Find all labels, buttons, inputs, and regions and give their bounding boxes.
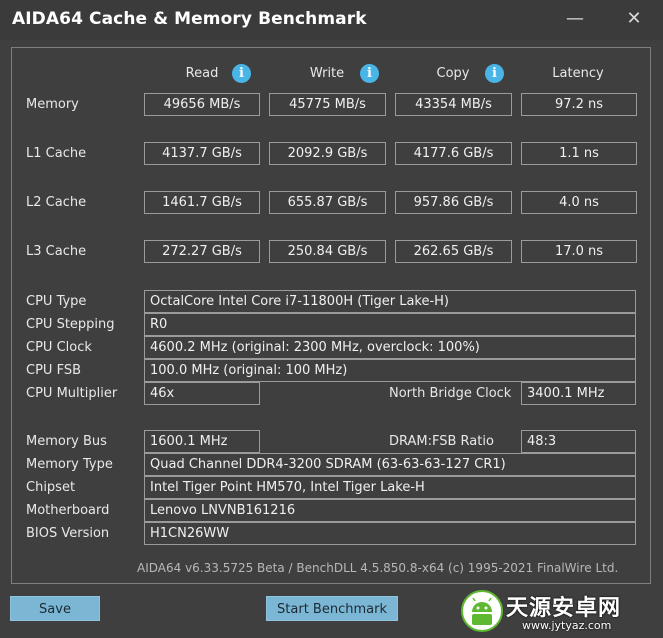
dram-fsb-ratio-label: DRAM:FSB Ratio: [389, 434, 494, 449]
version-footer: AIDA64 v6.33.5725 Beta / BenchDLL 4.5.85…: [137, 561, 619, 575]
minimize-button[interactable]: —: [560, 6, 590, 32]
copy-info-icon[interactable]: i: [485, 64, 504, 83]
l1-latency-value: 1.1 ns: [521, 142, 637, 165]
memory-type-label: Memory Type: [26, 457, 113, 472]
start-benchmark-button[interactable]: Start Benchmark: [266, 596, 398, 621]
memory-bus-label: Memory Bus: [26, 434, 107, 449]
l3-write-value: 250.84 GB/s: [269, 240, 386, 263]
l1-write-value: 2092.9 GB/s: [269, 142, 386, 165]
l3-row-label: L3 Cache: [26, 244, 87, 259]
title-bar: AIDA64 Cache & Memory Benchmark — ✕: [0, 0, 663, 40]
memory-latency-value: 97.2 ns: [521, 93, 637, 116]
memory-copy-value: 43354 MB/s: [395, 93, 512, 116]
site-watermark: 天源安卓网 www.jytyaz.com: [460, 588, 660, 634]
cpu-clock-label: CPU Clock: [26, 340, 92, 355]
l2-copy-value: 957.86 GB/s: [395, 191, 512, 214]
close-button[interactable]: ✕: [619, 6, 649, 32]
cpu-fsb-value: 100.0 MHz (original: 100 MHz): [144, 359, 636, 382]
cpu-multiplier-value: 46x: [144, 382, 260, 405]
dram-fsb-ratio-value: 48:3: [521, 430, 636, 453]
motherboard-value: Lenovo LNVNB161216: [144, 499, 636, 522]
cpu-type-value: OctalCore Intel Core i7-11800H (Tiger La…: [144, 290, 636, 313]
l3-copy-value: 262.65 GB/s: [395, 240, 512, 263]
l1-row-label: L1 Cache: [26, 146, 87, 161]
memory-row-label: Memory: [26, 97, 79, 112]
bios-version-value: H1CN26WW: [144, 522, 636, 545]
cpu-stepping-label: CPU Stepping: [26, 317, 115, 332]
memory-type-value: Quad Channel DDR4-3200 SDRAM (63-63-63-1…: [144, 453, 636, 476]
l2-latency-value: 4.0 ns: [521, 191, 637, 214]
l3-read-value: 272.27 GB/s: [144, 240, 260, 263]
l2-row-label: L2 Cache: [26, 195, 87, 210]
memory-read-value: 49656 MB/s: [144, 93, 260, 116]
window-title: AIDA64 Cache & Memory Benchmark: [12, 9, 367, 29]
write-info-icon[interactable]: i: [360, 64, 379, 83]
bios-version-label: BIOS Version: [26, 526, 110, 541]
north-bridge-clock-value: 3400.1 MHz: [521, 382, 636, 405]
cpu-stepping-value: R0: [144, 313, 636, 336]
l3-latency-value: 17.0 ns: [521, 240, 637, 263]
motherboard-label: Motherboard: [26, 503, 110, 518]
north-bridge-clock-label: North Bridge Clock: [389, 386, 512, 401]
cpu-fsb-label: CPU FSB: [26, 363, 81, 378]
l2-read-value: 1461.7 GB/s: [144, 191, 260, 214]
l1-read-value: 4137.7 GB/s: [144, 142, 260, 165]
save-button[interactable]: Save: [10, 596, 100, 621]
memory-write-value: 45775 MB/s: [269, 93, 386, 116]
read-info-icon[interactable]: i: [232, 64, 251, 83]
chipset-label: Chipset: [26, 480, 76, 495]
cpu-clock-value: 4600.2 MHz (original: 2300 MHz, overcloc…: [144, 336, 636, 359]
memory-bus-value: 1600.1 MHz: [144, 430, 260, 453]
header-latency: Latency: [552, 66, 604, 81]
cpu-multiplier-label: CPU Multiplier: [26, 386, 118, 401]
l1-copy-value: 4177.6 GB/s: [395, 142, 512, 165]
l2-write-value: 655.87 GB/s: [269, 191, 386, 214]
watermark-name: 天源安卓网: [506, 596, 622, 621]
watermark-url: www.jytyaz.com: [522, 619, 612, 632]
cpu-type-label: CPU Type: [26, 294, 87, 309]
chipset-value: Intel Tiger Point HM570, Intel Tiger Lak…: [144, 476, 636, 499]
